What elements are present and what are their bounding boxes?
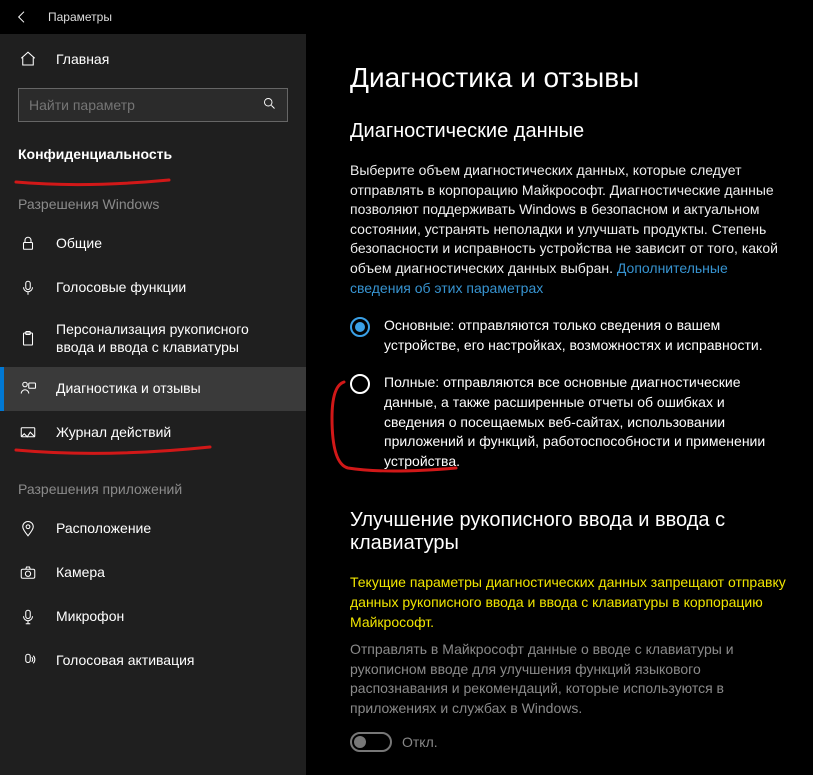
intro-paragraph: Выберите объем диагностических данных, к… (350, 161, 789, 298)
radio-button-icon (350, 374, 370, 394)
inking-description: Отправлять в Майкрософт данные о вводе с… (350, 640, 789, 718)
location-icon (18, 520, 38, 538)
sidebar-item-speech[interactable]: Голосовые функции (0, 266, 306, 310)
sidebar-item-label: Общие (56, 235, 288, 253)
sidebar-item-label: Диагностика и отзывы (56, 380, 288, 398)
camera-icon (18, 564, 38, 582)
activity-icon (18, 424, 38, 442)
inking-toggle-label: Откл. (402, 734, 438, 750)
page-title: Диагностика и отзывы (350, 62, 789, 94)
sidebar-item-label: Камера (56, 564, 288, 582)
sidebar-item-camera[interactable]: Камера (0, 551, 306, 595)
sidebar-item-voice-activation[interactable]: Голосовая активация (0, 639, 306, 683)
radio-full-label: Полные: отправляются все основные диагно… (384, 373, 789, 471)
home-icon (18, 50, 38, 68)
section-title-diagnostic: Диагностические данные (350, 120, 789, 143)
sidebar-item-inking[interactable]: Персонализация рукописного ввода и ввода… (0, 310, 306, 367)
main-content: Диагностика и отзывы Диагностические дан… (306, 34, 813, 775)
radio-basic-label: Основные: отправляются только сведения о… (384, 316, 789, 355)
radio-full[interactable]: Полные: отправляются все основные диагно… (350, 373, 789, 471)
radio-basic[interactable]: Основные: отправляются только сведения о… (350, 316, 789, 355)
sidebar-home-label: Главная (56, 51, 109, 67)
speech-icon (18, 279, 38, 297)
radio-button-icon (350, 317, 370, 337)
sidebar-item-microphone[interactable]: Микрофон (0, 595, 306, 639)
sidebar-group2-title: Разрешения приложений (0, 455, 306, 507)
sidebar-item-label: Голосовая активация (56, 652, 288, 670)
search-input[interactable] (29, 97, 262, 113)
sidebar-group1-title: Разрешения Windows (0, 170, 306, 222)
sidebar-item-label: Микрофон (56, 608, 288, 626)
sidebar: Главная Конфиденциальность Разрешения Wi… (0, 34, 306, 775)
search-box[interactable] (18, 88, 288, 122)
sidebar-item-label: Расположение (56, 520, 288, 538)
voice-activation-icon (18, 652, 38, 670)
sidebar-item-diagnostics[interactable]: Диагностика и отзывы (0, 367, 306, 411)
window-title: Параметры (48, 10, 112, 24)
sidebar-item-general[interactable]: Общие (0, 222, 306, 266)
sidebar-item-label: Голосовые функции (56, 279, 288, 297)
search-icon (262, 96, 277, 114)
sidebar-item-activity[interactable]: Журнал действий (0, 411, 306, 455)
sidebar-category: Конфиденциальность (0, 142, 306, 170)
inking-toggle[interactable] (350, 732, 392, 752)
section-title-inking: Улучшение рукописного ввода и ввода с кл… (350, 509, 789, 555)
lock-icon (18, 235, 38, 253)
microphone-icon (18, 608, 38, 626)
sidebar-item-location[interactable]: Расположение (0, 507, 306, 551)
sidebar-home[interactable]: Главная (0, 40, 306, 78)
clipboard-icon (18, 330, 38, 348)
sidebar-item-label: Журнал действий (56, 424, 288, 442)
sidebar-item-label: Персонализация рукописного ввода и ввода… (56, 321, 288, 356)
warning-text: Текущие параметры диагностических данных… (350, 573, 789, 632)
feedback-icon (18, 380, 38, 398)
back-button[interactable] (8, 3, 36, 31)
